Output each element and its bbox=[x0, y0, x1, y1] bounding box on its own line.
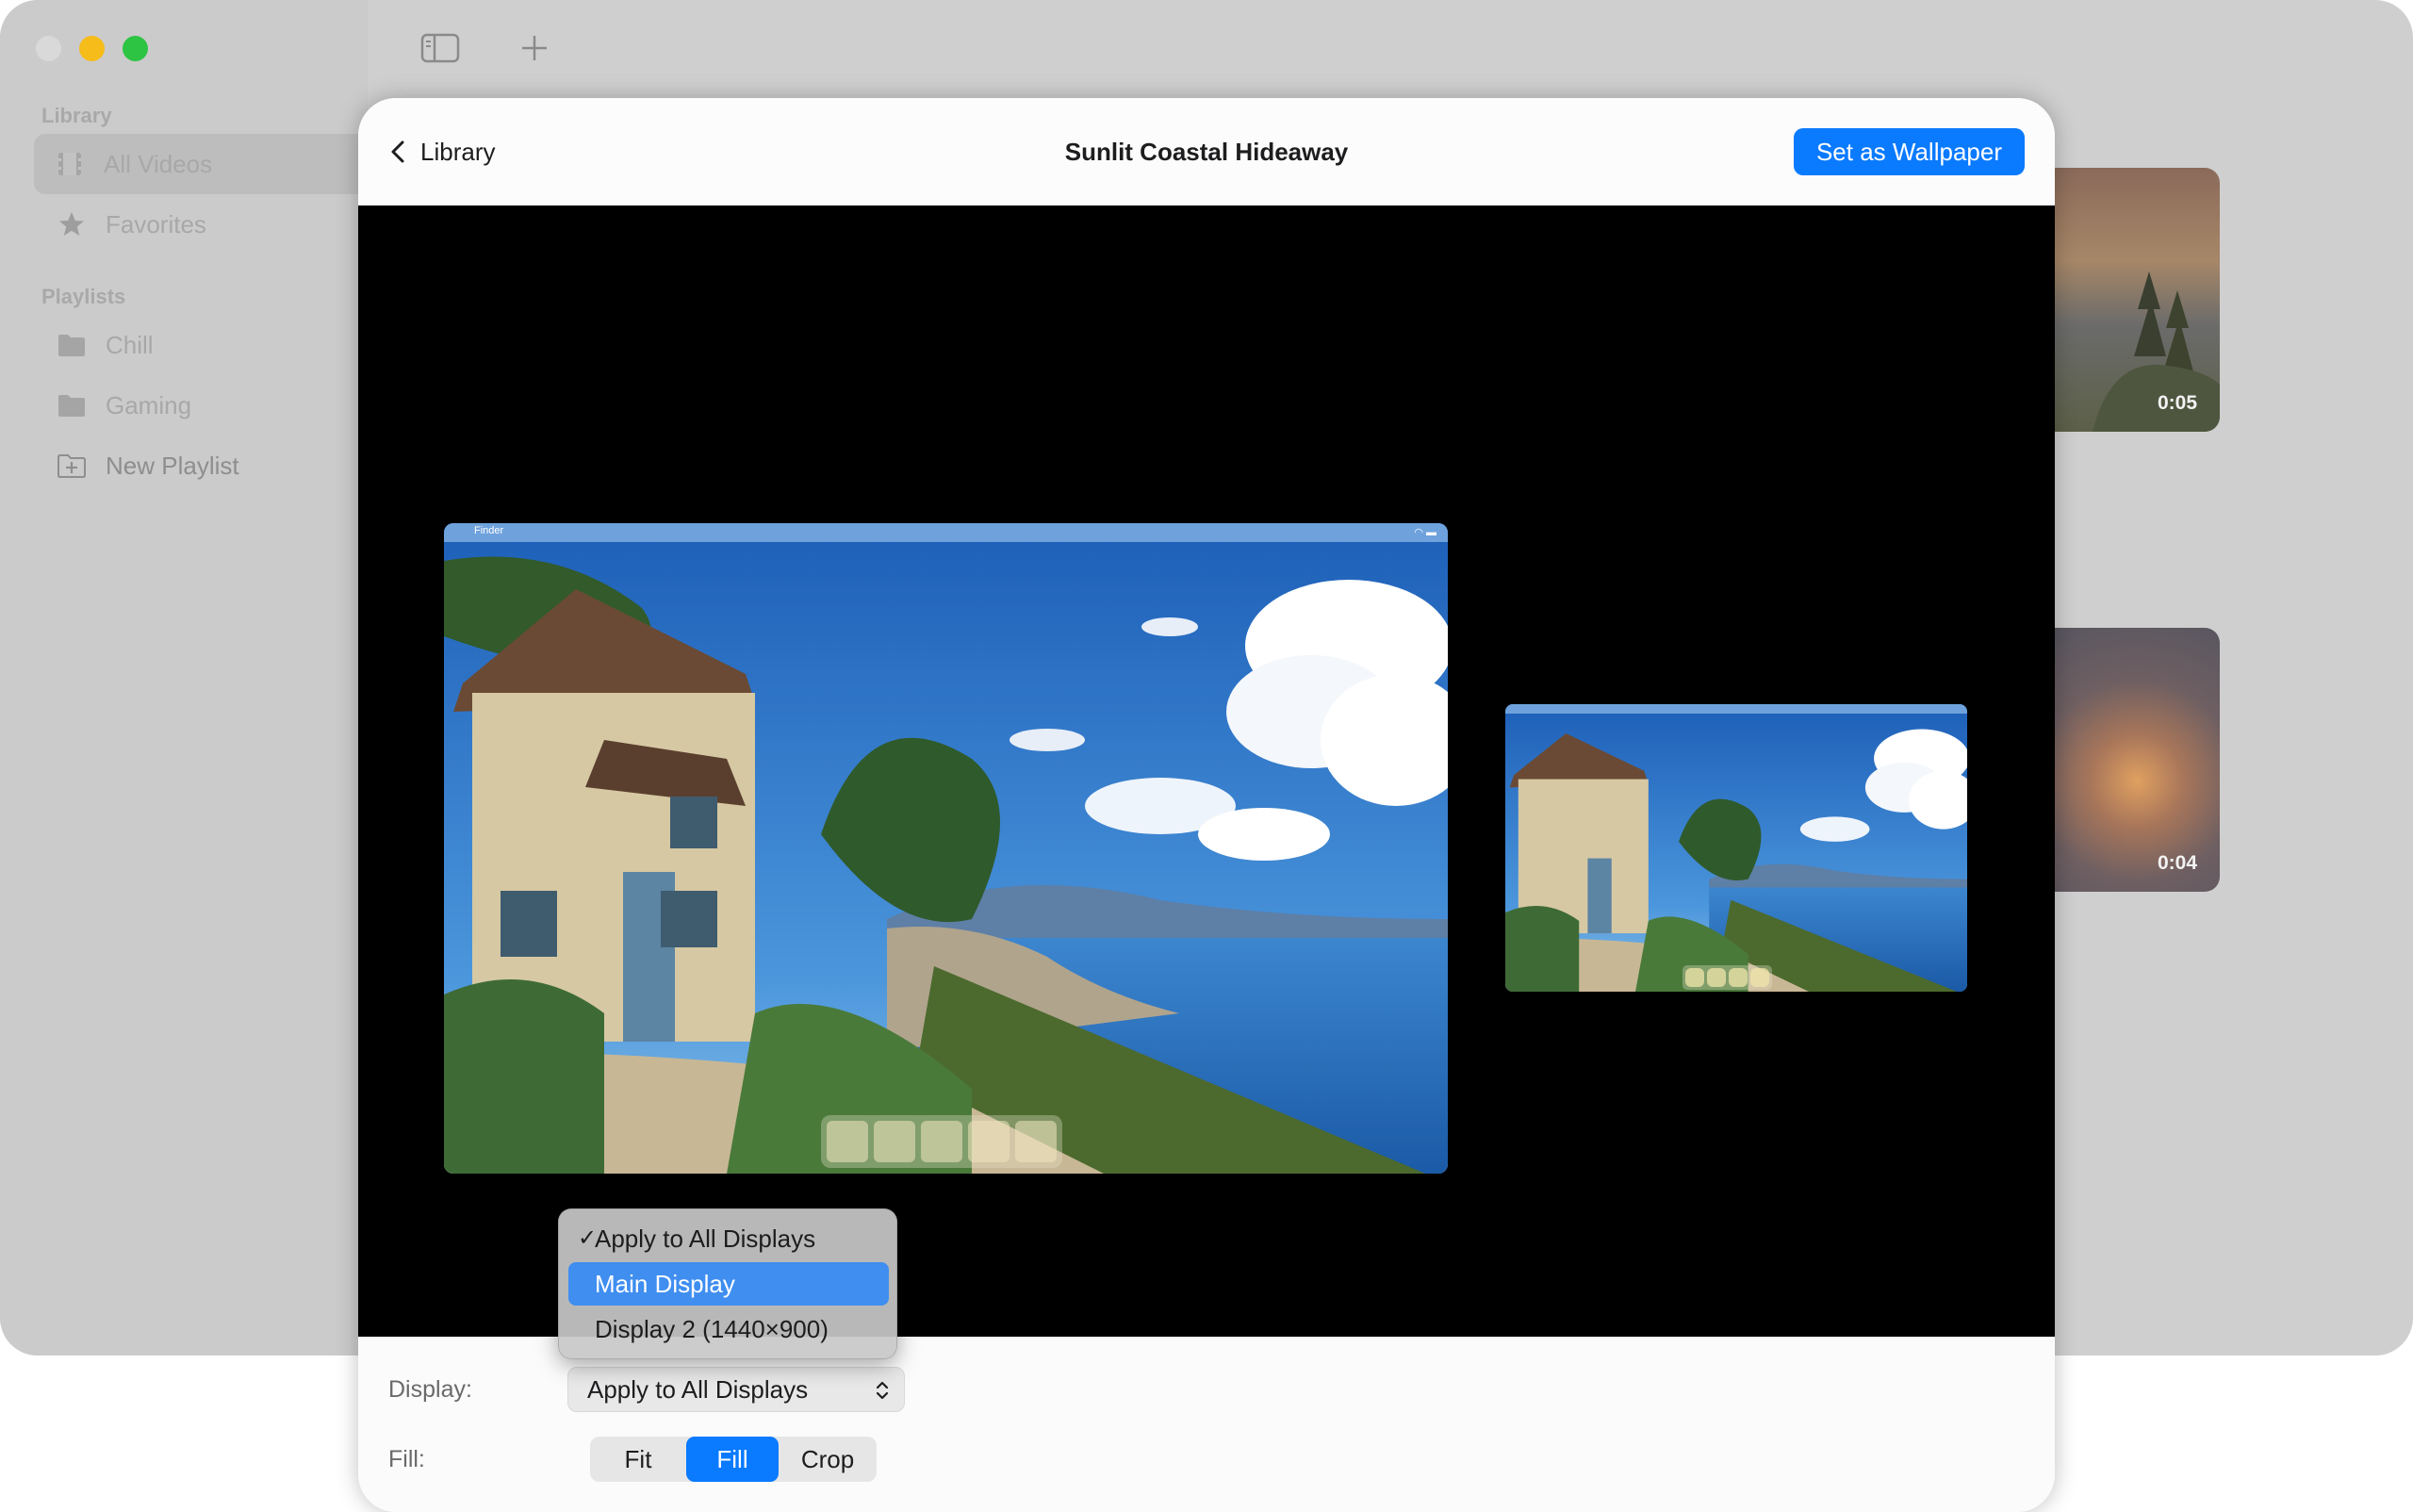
sheet-header: Sunlit Coastal Hideaway Library Set as W… bbox=[358, 98, 2055, 205]
sidebar-item-gaming[interactable]: Gaming bbox=[34, 375, 191, 436]
new-playlist-button[interactable]: New Playlist bbox=[34, 436, 239, 496]
fill-segmented-control: Fit Fill Crop bbox=[590, 1437, 877, 1482]
sidebar-item-favorites[interactable]: Favorites bbox=[34, 194, 206, 255]
menu-item-main-display[interactable]: Main Display bbox=[568, 1262, 889, 1306]
menu-item-apply-all-displays[interactable]: ✓ Apply to All Displays bbox=[568, 1217, 889, 1260]
minimize-button[interactable] bbox=[79, 36, 105, 61]
chevron-up-down-icon bbox=[876, 1381, 889, 1400]
video-thumbnail[interactable]: 0:04 bbox=[2036, 628, 2220, 892]
film-icon bbox=[53, 147, 87, 181]
sidebar-item-all-videos[interactable]: All Videos bbox=[34, 134, 373, 194]
sidebar: Library All Videos Favorites Playlists C… bbox=[0, 0, 373, 1356]
fill-option-fit[interactable]: Fit bbox=[590, 1437, 686, 1482]
playlists-heading: Playlists bbox=[41, 285, 126, 308]
zoom-button[interactable] bbox=[123, 36, 148, 61]
star-icon bbox=[55, 207, 89, 241]
menubar-app-name: Finder bbox=[474, 525, 504, 536]
dock bbox=[1683, 965, 1772, 990]
sidebar-item-label: Gaming bbox=[106, 390, 192, 419]
menubar: Finder ◠ ▬ bbox=[444, 523, 1448, 542]
display-menu: ✓ Apply to All Displays Main Display Dis… bbox=[558, 1208, 897, 1359]
sidebar-item-label: Favorites bbox=[106, 209, 206, 238]
chevron-left-icon bbox=[391, 140, 404, 163]
new-playlist-label: New Playlist bbox=[106, 451, 239, 480]
library-heading: Library bbox=[41, 104, 112, 127]
main-display-preview[interactable]: Finder ◠ ▬ bbox=[444, 523, 1448, 1174]
display-select[interactable]: Apply to All Displays bbox=[567, 1367, 905, 1412]
display-select-value: Apply to All Displays bbox=[587, 1374, 809, 1404]
display-2-preview[interactable] bbox=[1505, 704, 1967, 992]
duration-badge: 0:04 bbox=[2157, 852, 2197, 874]
close-button[interactable] bbox=[36, 36, 61, 61]
set-wallpaper-button[interactable]: Set as Wallpaper bbox=[1793, 128, 2025, 175]
fill-label: Fill: bbox=[388, 1446, 425, 1472]
wallpaper-options: Display: Apply to All Displays Fill: Fit… bbox=[358, 1337, 2055, 1512]
back-button[interactable]: Library bbox=[385, 98, 495, 205]
add-icon[interactable] bbox=[518, 32, 550, 69]
sidebar-item-label: Chill bbox=[106, 330, 154, 359]
fill-option-fill[interactable]: Fill bbox=[686, 1437, 779, 1482]
folder-icon bbox=[55, 328, 89, 362]
display-preview-area: Finder ◠ ▬ bbox=[358, 205, 2055, 1337]
menu-item-label: Display 2 (1440×900) bbox=[595, 1314, 829, 1343]
back-label: Library bbox=[420, 137, 496, 166]
sidebar-toggle-icon[interactable] bbox=[420, 32, 460, 69]
video-thumbnail[interactable]: 0:05 bbox=[2036, 168, 2220, 432]
fill-option-crop[interactable]: Crop bbox=[779, 1437, 877, 1482]
menubar bbox=[1505, 704, 1967, 714]
menu-item-label: Main Display bbox=[595, 1269, 735, 1298]
folder-icon bbox=[55, 388, 89, 422]
sidebar-item-label: All Videos bbox=[104, 149, 213, 178]
checkmark-icon: ✓ bbox=[578, 1225, 598, 1251]
menu-item-display-2[interactable]: Display 2 (1440×900) bbox=[568, 1307, 889, 1351]
display-label: Display: bbox=[388, 1376, 472, 1403]
menu-item-label: Apply to All Displays bbox=[595, 1224, 816, 1253]
duration-badge: 0:05 bbox=[2157, 392, 2197, 414]
sidebar-item-chill[interactable]: Chill bbox=[34, 315, 154, 375]
add-folder-icon bbox=[55, 449, 89, 483]
dock bbox=[821, 1115, 1062, 1168]
wifi-battery-icon: ◠ ▬ bbox=[1414, 527, 1436, 538]
